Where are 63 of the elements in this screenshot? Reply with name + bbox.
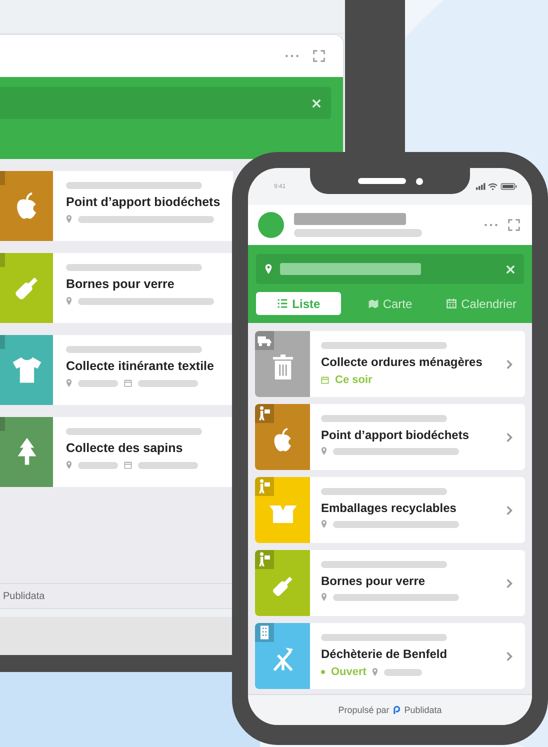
person-carrying-box-icon — [255, 477, 274, 496]
item-title: Bornes pour verre — [66, 276, 176, 293]
list-icon — [277, 298, 288, 309]
item-title: Emballages recyclables — [321, 500, 458, 516]
item-title: Bornes pour verre — [321, 573, 426, 589]
person-carrying-box-icon — [255, 550, 274, 569]
brand-link[interactable]: Publidata — [404, 705, 442, 715]
chevron-right-icon — [506, 358, 513, 370]
status-icons-drawing — [476, 182, 518, 191]
calendar-icon — [446, 298, 458, 309]
item-title: Point d’apport biodéchets — [321, 427, 470, 443]
expand-icon[interactable] — [508, 219, 520, 231]
list-item[interactable]: Collecte des sapins — [0, 417, 233, 487]
footer-text[interactable]: Publidata — [3, 590, 45, 602]
location-pin-icon — [66, 461, 72, 469]
list-item[interactable]: Collecte itinérante textile — [0, 335, 233, 405]
list-item[interactable]: Point d’apport biodéchets — [0, 171, 233, 241]
status-dot — [321, 670, 325, 674]
chevron-right-icon — [506, 504, 513, 516]
item-title: Collecte itinérante textile — [66, 358, 214, 375]
schedule-text: Ce soir — [335, 374, 372, 386]
expand-icon[interactable] — [313, 50, 325, 62]
item-title: Déchèterie de Benfeld — [321, 646, 448, 662]
placeholder-bar — [138, 462, 198, 468]
location-pin-icon — [372, 668, 378, 676]
status-text: Ouvert — [331, 666, 366, 678]
list-item[interactable]: Collecte ordures ménagères Ce soir — [255, 331, 525, 397]
location-pin-icon — [66, 297, 72, 305]
location-pin-icon — [66, 215, 72, 223]
chevron-right-icon — [506, 650, 513, 662]
more-icon[interactable] — [484, 223, 498, 227]
close-icon[interactable] — [312, 98, 321, 108]
list-item[interactable]: Bornes pour verre — [0, 253, 233, 323]
placeholder-bar — [138, 380, 198, 386]
location-pin-icon — [66, 379, 72, 387]
item-title: Point d’apport biodéchets — [66, 194, 220, 211]
logo-icon — [393, 706, 400, 714]
calendar-icon — [321, 376, 329, 384]
building-icon — [255, 623, 274, 642]
search-field[interactable] — [0, 87, 331, 119]
chevron-right-icon — [506, 578, 513, 588]
location-pin-icon — [321, 593, 327, 601]
item-title: Collecte des sapins — [66, 440, 184, 457]
footer-text: Propulsé par — [338, 705, 390, 715]
chevron-right-icon — [506, 432, 513, 442]
list-item[interactable]: Emballages recyclables — [255, 477, 525, 543]
placeholder-bar — [384, 668, 422, 676]
placeholder-bar — [78, 462, 118, 468]
list-item[interactable]: Point d’apport biodéchets — [255, 404, 525, 470]
location-pin-icon — [321, 520, 327, 528]
list-item[interactable]: Bornes pour verre — [255, 550, 525, 616]
search-field[interactable] — [256, 254, 524, 284]
placeholder-bar — [78, 380, 118, 386]
location-pin-icon — [265, 264, 272, 274]
list-item[interactable]: Déchèterie de Benfeld Ouvert — [255, 623, 525, 689]
location-pin-icon — [321, 447, 327, 455]
more-icon[interactable] — [285, 54, 299, 58]
person-carrying-box-icon — [255, 404, 274, 423]
close-icon[interactable] — [506, 264, 515, 274]
map-icon — [368, 298, 379, 309]
item-title: Collecte ordures ménagères — [321, 354, 484, 370]
truck-icon — [255, 331, 274, 350]
avatar-circle — [258, 212, 284, 238]
